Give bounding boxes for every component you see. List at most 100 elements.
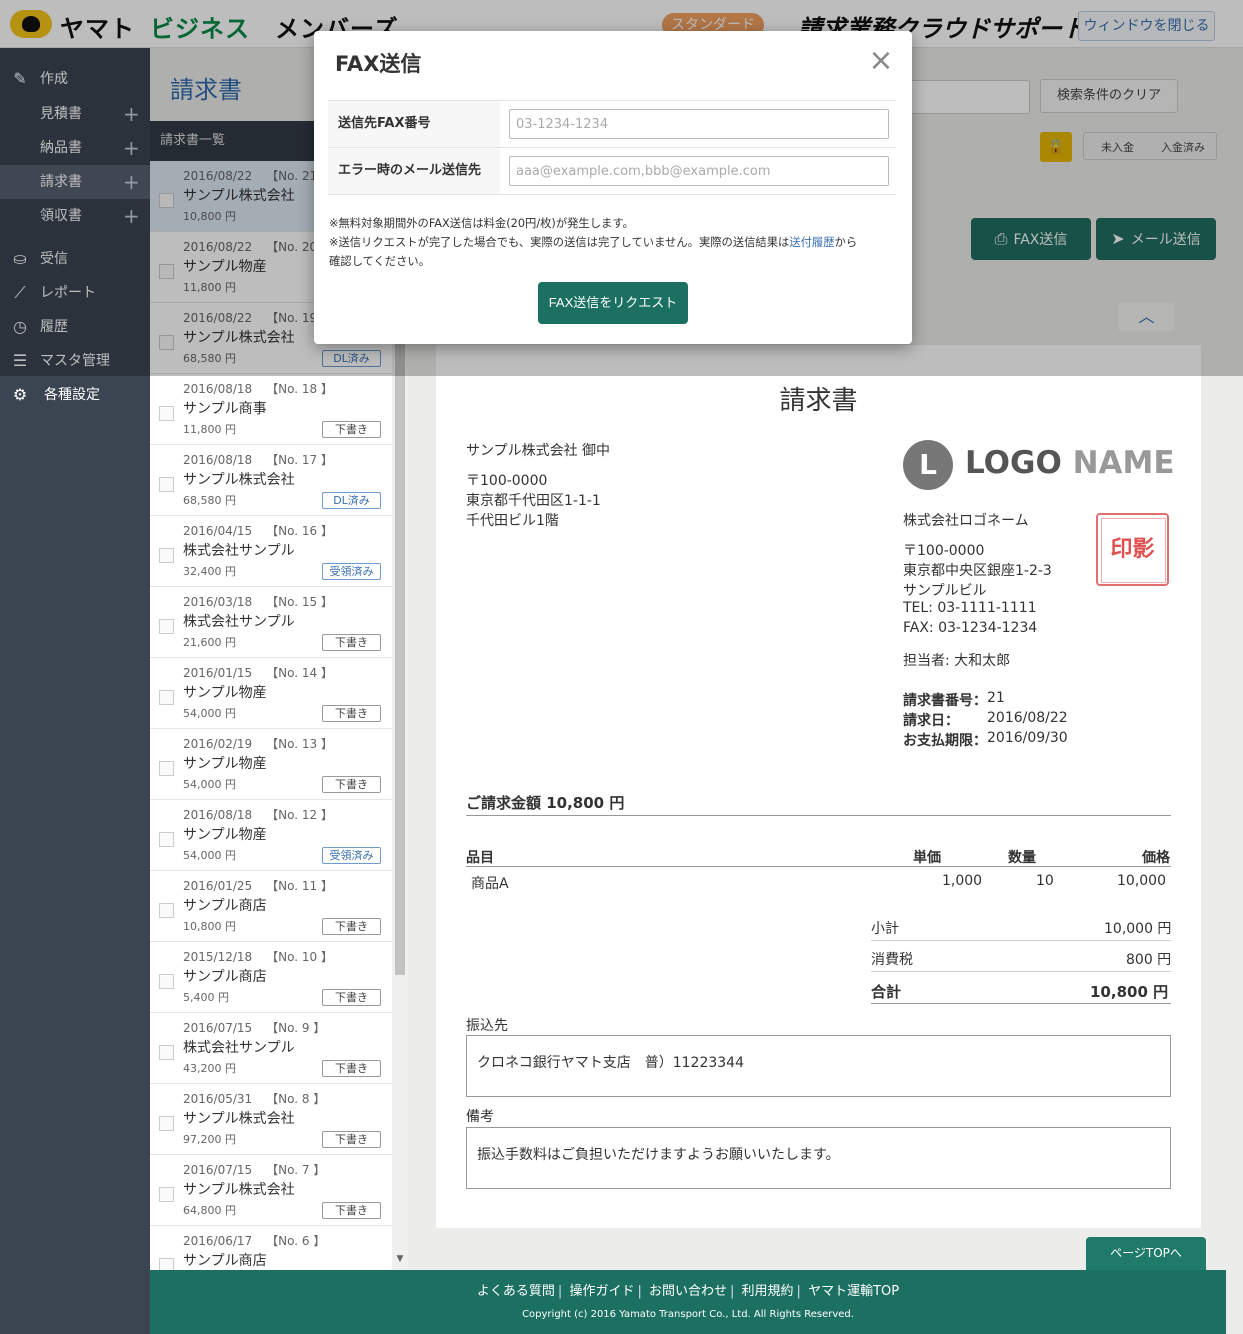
due-date: 2016/09/30 xyxy=(987,730,1068,746)
divider xyxy=(328,194,896,195)
error-mail-row: エラー時のメール送信先 xyxy=(328,147,896,194)
list-item-checkbox[interactable] xyxy=(159,477,174,492)
tax-label: 消費税 xyxy=(871,952,913,968)
footer-separator: | xyxy=(637,1284,642,1299)
sender-address-1: 東京都中央区銀座1-2-3 xyxy=(903,563,1052,579)
send-history-link[interactable]: 送付履歴 xyxy=(789,236,834,249)
list-item-meta: 2016/08/18 【No. 12 】 xyxy=(183,806,333,823)
list-item-number: 【No. 18 】 xyxy=(266,382,333,396)
company-logo-name: LOGO NAME xyxy=(965,445,1175,481)
list-item-checkbox[interactable] xyxy=(159,903,174,918)
sender-zip: 〒100-0000 xyxy=(903,543,985,559)
footer-link-yamato[interactable]: ヤマト運輸TOP xyxy=(808,1284,899,1299)
list-item-number: 【No. 12 】 xyxy=(266,808,333,822)
list-item-amount: 21,600 円 xyxy=(183,636,236,649)
list-item-amount: 32,400 円 xyxy=(183,565,236,578)
scroll-down-icon[interactable]: ▼ xyxy=(394,1254,406,1266)
list-item-number: 【No. 8 】 xyxy=(266,1092,326,1106)
list-item-checkbox[interactable] xyxy=(159,832,174,847)
sender-tel: TEL: 03-1111-1111 xyxy=(903,600,1037,616)
list-item-checkbox[interactable] xyxy=(159,406,174,421)
list-item-company: サンプル物産 xyxy=(183,756,267,772)
status-badge: 下書き xyxy=(322,421,381,438)
due-date-label: お支払期限： xyxy=(903,733,987,749)
divider xyxy=(871,940,1171,941)
list-item-company: サンプル株式会社 xyxy=(183,472,295,488)
divider xyxy=(466,866,1171,867)
list-item-number: 【No. 15 】 xyxy=(266,595,333,609)
list-item-company: 株式会社サンプル xyxy=(183,1040,295,1056)
status-badge: DL済み xyxy=(322,492,381,509)
list-item[interactable]: 2016/06/17 【No. 6 】サンプル商店 xyxy=(150,1226,392,1270)
note-label: 備考 xyxy=(466,1109,494,1125)
list-item-company: 株式会社サンプル xyxy=(183,543,295,559)
close-icon[interactable]: × xyxy=(867,46,895,76)
list-item[interactable]: 2016/05/31 【No. 8 】サンプル株式会社 97,200 円 下書き xyxy=(150,1084,392,1155)
list-item[interactable]: 2016/03/18 【No. 15 】株式会社サンプル 21,600 円 下書き xyxy=(150,587,392,658)
list-item[interactable]: 2016/01/25 【No. 11 】サンプル商店 10,800 円 下書き xyxy=(150,871,392,942)
status-badge: 下書き xyxy=(322,989,381,1006)
list-item-amount: 54,000 円 xyxy=(183,778,236,791)
fax-number-input[interactable] xyxy=(509,109,889,139)
list-item-number: 【No. 14 】 xyxy=(266,666,333,680)
list-item-checkbox[interactable] xyxy=(159,1187,174,1202)
footer-separator: | xyxy=(796,1284,801,1299)
footer-link-contact[interactable]: お問い合わせ xyxy=(649,1284,727,1299)
footer-separator: | xyxy=(730,1284,735,1299)
status-badge: 下書き xyxy=(322,705,381,722)
fax-number-label: 送信先FAX番号 xyxy=(328,101,500,147)
footer-links: よくある質問 | 操作ガイド | お問い合わせ | 利用規約 | ヤマト運輸TOP xyxy=(0,1280,1226,1299)
list-item[interactable]: 2016/01/15 【No. 14 】サンプル物産 54,000 円 下書き xyxy=(150,658,392,729)
list-item-date: 2016/01/15 xyxy=(183,666,253,680)
list-item-meta: 2016/07/15 【No. 7 】 xyxy=(183,1161,325,1178)
list-item[interactable]: 2016/08/18 【No. 12 】サンプル物産 54,000 円 受領済み xyxy=(150,800,392,871)
invoice-date: 2016/08/22 xyxy=(987,710,1068,726)
list-item[interactable]: 2016/02/19 【No. 13 】サンプル物産 54,000 円 下書き xyxy=(150,729,392,800)
list-item-checkbox[interactable] xyxy=(159,690,174,705)
list-item-company: サンプル商店 xyxy=(183,1253,267,1269)
total-value: 10,800 円 xyxy=(1090,983,1169,1001)
bank-box: クロネコ銀行ヤマト支店 普）11223344 xyxy=(466,1035,1171,1097)
list-item-amount: 54,000 円 xyxy=(183,849,236,862)
fax-modal: FAX送信 × 送信先FAX番号 エラー時のメール送信先 ※無料対象期間外のFA… xyxy=(314,31,912,344)
list-item-checkbox[interactable] xyxy=(159,1045,174,1060)
list-item[interactable]: 2016/08/18 【No. 18 】サンプル商事 11,800 円 下書き xyxy=(150,374,392,445)
list-item[interactable]: 2016/07/15 【No. 9 】株式会社サンプル 43,200 円 下書き xyxy=(150,1013,392,1084)
list-item-company: サンプル物産 xyxy=(183,685,267,701)
total-heading: ご請求金額 10,800 円 xyxy=(466,794,625,812)
list-item-date: 2016/07/15 xyxy=(183,1021,253,1035)
footer-separator: | xyxy=(557,1284,563,1299)
list-item-amount: 10,800 円 xyxy=(183,920,236,933)
list-item-checkbox[interactable] xyxy=(159,619,174,634)
list-item-amount: 11,800 円 xyxy=(183,423,236,436)
list-item[interactable]: 2016/08/18 【No. 17 】サンプル株式会社 68,580 円 DL済み xyxy=(150,445,392,516)
fax-request-button[interactable]: FAX送信をリクエスト xyxy=(538,282,688,324)
error-mail-label: エラー時のメール送信先 xyxy=(328,148,500,194)
list-item-checkbox[interactable] xyxy=(159,1258,174,1270)
list-item-checkbox[interactable] xyxy=(159,761,174,776)
col-item: 品目 xyxy=(466,850,494,866)
list-item-date: 2016/05/31 xyxy=(183,1092,253,1106)
sidebar-item-settings[interactable]: ⚙ 各種設定 xyxy=(0,378,150,412)
list-item-checkbox[interactable] xyxy=(159,974,174,989)
list-item-meta: 2016/03/18 【No. 15 】 xyxy=(183,593,333,610)
footer-link-terms[interactable]: 利用規約 xyxy=(742,1284,794,1299)
sender-contact: 担当者: 大和太郎 xyxy=(903,653,1011,669)
error-mail-input[interactable] xyxy=(509,156,889,186)
invoice-number-label: 請求書番号： xyxy=(903,693,987,709)
list-item[interactable]: 2015/12/18 【No. 10 】サンプル商店 5,400 円 下書き xyxy=(150,942,392,1013)
list-item-checkbox[interactable] xyxy=(159,548,174,563)
recipient-address-1: 東京都千代田区1-1-1 xyxy=(466,493,601,509)
list-item-meta: 2016/06/17 【No. 6 】 xyxy=(183,1232,325,1249)
footer-link-guide[interactable]: 操作ガイド xyxy=(569,1284,634,1299)
list-item-number: 【No. 16 】 xyxy=(266,524,333,538)
list-item-company: サンプル商店 xyxy=(183,969,267,985)
footer-link-faq[interactable]: よくある質問 xyxy=(477,1284,555,1299)
list-item-checkbox[interactable] xyxy=(159,1116,174,1131)
list-item-date: 2016/02/19 xyxy=(183,737,253,751)
list-item-meta: 2016/05/31 【No. 8 】 xyxy=(183,1090,325,1107)
list-item-meta: 2016/01/25 【No. 11 】 xyxy=(183,877,333,894)
list-item[interactable]: 2016/07/15 【No. 7 】サンプル株式会社 64,800 円 下書き xyxy=(150,1155,392,1226)
page-top-button[interactable]: ページTOPへ xyxy=(1086,1237,1206,1270)
list-item[interactable]: 2016/04/15 【No. 16 】株式会社サンプル 32,400 円 受領済み xyxy=(150,516,392,587)
